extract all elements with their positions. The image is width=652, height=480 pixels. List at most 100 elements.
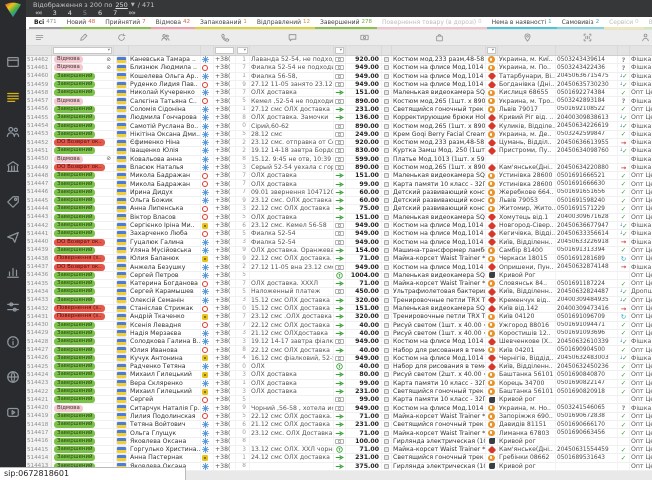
tab-way-home[interactable]: В дорозі додому0 [644,17,652,29]
sidebar-item-clients[interactable] [6,124,20,138]
filter-dropdown[interactable]: ▾ [52,46,114,55]
table-row[interactable]: 514453ЗавершенийНікітіна Оксана Дми..+38… [26,131,652,139]
column-header-manager-icon[interactable] [630,30,652,45]
client-phone[interactable]: +38( [214,114,236,121]
sidebar-item-settings[interactable] [6,299,20,313]
client-phone[interactable]: +38( [214,189,236,196]
client-phone[interactable]: +38( [214,89,236,96]
client-phone[interactable]: +38( [214,197,236,204]
table-row[interactable]: 514459ЗавершенийРуденко Лидия Пав..+38(9… [26,81,652,89]
table-row[interactable]: 514417ЗавершенийОльга Глущук+38(023.12 с… [26,429,652,437]
filter-dropdown-caret-icon[interactable]: ▾ [237,47,248,54]
table-row[interactable]: 514457ВідмоваСалєгіна Татьяна С..+38(5Ке… [26,97,652,105]
sidebar-item-statistics[interactable] [6,264,20,278]
filter-dropdown[interactable]: ▾ [236,46,250,55]
table-row[interactable]: 514447ЗавершенийМикола Бадражан+38(7ОЛХ … [26,180,652,188]
client-phone[interactable]: +38( [214,288,236,295]
column-header-orders-list-icon[interactable] [26,30,52,45]
table-row[interactable]: 514419ЗавершенийЛилия Подолинская+38(522… [26,413,652,421]
table-row[interactable]: 514454ЗавершенийСамотій Руслана Во..+38(… [26,122,652,130]
tab-accepted[interactable]: Прийнятий7 [100,17,150,29]
client-phone[interactable]: +38( [214,338,236,345]
client-phone[interactable]: +38( [214,446,236,453]
client-phone[interactable]: +38( [214,56,236,63]
table-row[interactable]: 514462Відмова⊘Каневська Тамара ..+38(1Ла… [26,56,652,64]
table-row[interactable]: 514428ЗавершенийСолодкова Галина В..+38(… [26,338,652,346]
page-number[interactable]: 3 [53,9,57,17]
column-header-callback-icon[interactable] [114,30,129,45]
client-phone[interactable]: +38( [214,305,236,312]
page-number[interactable]: 6 [98,9,102,17]
table-row[interactable]: 514460ЗавершенийКошелева Ольга Ар..+38(1… [26,73,652,81]
filter-dropdown[interactable]: ▾ [486,46,498,55]
table-row[interactable]: 514436ЗавершенийСергей Петров+38(51004.0… [26,272,652,280]
sidebar-item-info[interactable] [6,334,20,348]
page-size-caret-icon[interactable]: ▼ [131,2,135,8]
table-row[interactable]: 514414ЗавершенийАнна Пастернак+38(124.12… [26,454,652,462]
page-size-link[interactable]: 250 [115,1,127,9]
client-phone[interactable]: +38( [214,255,236,262]
client-phone[interactable]: +38( [214,164,236,171]
column-header-location-icon[interactable] [498,30,556,45]
table-row[interactable]: 514435ЗавершенийКатерина Богданова+38(7О… [26,280,652,288]
column-header-ttn-icon[interactable] [556,30,618,45]
table-row[interactable]: 514458ЗавершенийНиколай Кучеренко+38(7ОЛ… [26,89,652,97]
filter-dropdown-caret-icon[interactable]: ▾ [53,47,112,54]
sidebar-item-browser[interactable] [6,54,20,68]
table-row[interactable]: 514449DO Возврат ок..Власюк Наталья+38(3… [26,164,652,172]
client-phone[interactable]: +38( [214,297,236,304]
table-row[interactable]: 514416ЗавершенийЯковлева Оксана+38(8100.… [26,438,652,446]
client-phone[interactable]: +38( [214,81,236,88]
table-row[interactable]: 514430ЗавершенийКсенія Левадня+38(722.12… [26,322,652,330]
table-row[interactable]: 514438Повернення (з..Юлия Баланюк+38(922… [26,255,652,263]
table-row[interactable]: 514425ЗавершенийРадченко Тетяна+38(0ОЛХ4… [26,363,652,371]
client-phone[interactable]: +38( [214,239,236,246]
client-phone[interactable]: +38( [214,222,236,229]
table-row[interactable]: 514434ЗавершенийСергей Карамышев+38(5Нал… [26,288,652,296]
tab-refused[interactable]: Відмова42 [151,17,195,29]
table-row[interactable]: 514437DO Возврат ок..Анжела Безушку+38(2… [26,263,652,271]
column-header-payment-icon[interactable] [346,30,382,45]
client-phone[interactable]: +38( [214,388,236,395]
client-phone[interactable]: +38( [214,363,236,370]
table-row[interactable]: 514420ВідмоваСитарчук Наталія Гр..+38(9Ч… [26,404,652,412]
client-phone[interactable]: +38( [214,272,236,279]
client-phone[interactable]: +38( [214,371,236,378]
client-phone[interactable]: +38( [214,404,236,411]
table-row[interactable]: 514461Відмова⊘Близнюк Людмила ..+38(7Фиа… [26,64,652,72]
client-phone[interactable]: +38( [214,346,236,353]
client-phone[interactable]: +38( [214,355,236,362]
filter-dropdown-caret-icon[interactable]: ▾ [487,47,496,54]
client-phone[interactable]: +38( [214,131,236,138]
tab-packed[interactable]: Запакований1 [195,17,252,29]
client-phone[interactable]: +38( [214,205,236,212]
first-page-button[interactable]: «« [35,9,42,17]
tab-return-transit[interactable]: Повернення товару (в дорозі)0 [377,17,487,29]
client-phone[interactable]: +38( [214,97,236,104]
sidebar-item-orders[interactable] [6,89,20,103]
client-phone[interactable]: +38( [214,172,236,179]
client-phone[interactable]: +38( [214,413,236,420]
client-phone[interactable]: +38( [214,438,236,445]
page-number[interactable]: 5 [83,9,87,17]
client-phone[interactable]: +38( [214,247,236,254]
sidebar-item-integrations[interactable] [6,369,20,383]
table-row[interactable]: 514448ЗавершенийМикола Бадражан+38(7ОЛХ … [26,172,652,180]
table-row[interactable]: 514444ЗавершенийАнна Липенська+38(322.12… [26,205,652,213]
client-phone[interactable]: +38( [214,454,236,461]
table-row[interactable]: 514433ЗавершенийОлексій Семанін+38(315.1… [26,297,652,305]
sidebar-item-shop[interactable] [6,159,20,173]
table-row[interactable]: 514432Повернення (з..Станіслав Стрижак+3… [26,305,652,313]
table-row[interactable]: 514456ЗавершенийСоломія Сідоніна+38(127.… [26,106,652,114]
client-phone[interactable]: +38( [214,106,236,113]
client-phone[interactable]: +38( [214,180,236,187]
table-row[interactable]: 514450Відмова⊘Ковальова анна+38(815.12. … [26,156,652,164]
table-row[interactable]: 514439ЗавершенийУляна Мусійовська+38(9ОЛ… [26,247,652,255]
tab-pickup[interactable]: Самовивіз2 [557,17,604,29]
table-row[interactable]: 514446ЗавершенийИрина Дидух+38(709.01 зв… [26,189,652,197]
client-phone[interactable]: +38( [214,429,236,436]
column-header-product-icon[interactable] [392,30,486,45]
table-row[interactable]: 514418ЗавершенийТетяна Войтович+38(621.1… [26,421,652,429]
table-row[interactable]: 514429ЗавершенийНадія Мерзаєва+38(321.12… [26,330,652,338]
table-row[interactable]: 514426ЗавершенийКучук Антонина+38(416.12… [26,355,652,363]
